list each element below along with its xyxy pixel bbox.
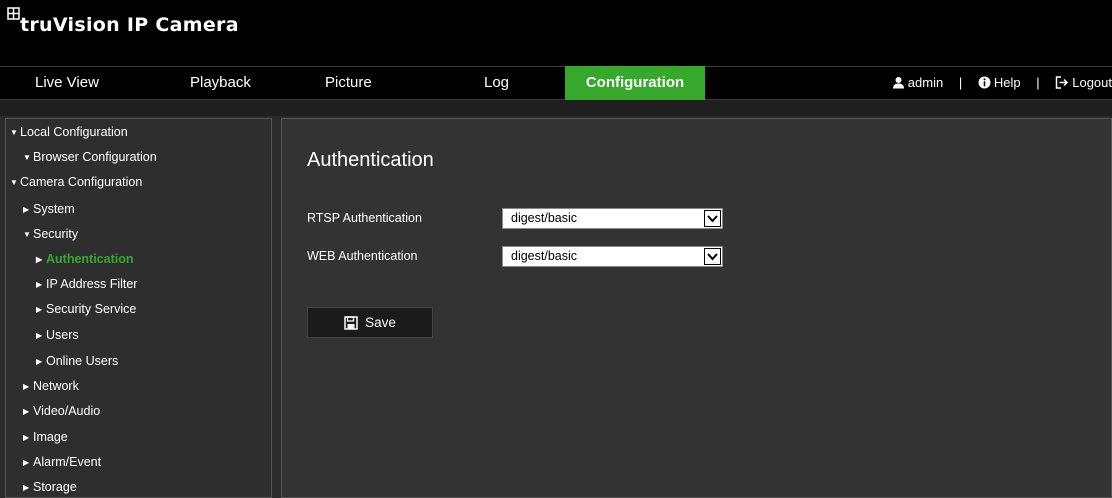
logo-mark-icon — [7, 7, 20, 20]
user-menu: admin | Help | Logout — [892, 67, 1112, 99]
sidebar-item-label: Alarm/Event — [33, 455, 102, 469]
sidebar-item-label: Security — [33, 227, 79, 241]
separator: | — [1036, 75, 1040, 90]
rtsp-auth-select[interactable]: digest/basic — [502, 208, 723, 229]
collapse-arrow-icon: ▶ — [36, 305, 43, 314]
tab-log[interactable]: Log — [484, 67, 509, 99]
sidebar-item-label: System — [33, 202, 75, 216]
expand-arrow-icon: ▼ — [23, 153, 31, 162]
collapse-arrow-icon: ▶ — [36, 357, 43, 366]
sidebar-item-camera-configuration[interactable]: ▼ Camera Configuration — [10, 172, 142, 192]
sidebar-item-users[interactable]: ▶ Users — [36, 325, 79, 345]
chevron-down-icon[interactable] — [704, 210, 721, 227]
expand-arrow-icon: ▼ — [23, 230, 31, 239]
user-icon — [892, 77, 904, 89]
admin-link[interactable]: admin — [892, 75, 947, 90]
collapse-arrow-icon: ▶ — [36, 331, 43, 340]
help-link[interactable]: Help — [978, 75, 1024, 90]
collapse-arrow-icon: ▶ — [23, 458, 30, 467]
sidebar-item-label: Local Configuration — [20, 125, 128, 139]
sidebar-item-label: Storage — [33, 480, 77, 494]
collapse-arrow-icon: ▶ — [23, 407, 30, 416]
expand-arrow-icon: ▼ — [10, 128, 18, 137]
tab-playback[interactable]: Playback — [190, 67, 251, 99]
collapse-arrow-icon: ▶ — [36, 280, 43, 289]
logo-text: truVision IP Camera — [20, 14, 239, 36]
web-auth-label: WEB Authentication — [307, 249, 418, 263]
sidebar-item-online-users[interactable]: ▶ Online Users — [36, 351, 118, 371]
sidebar-item-label: IP Address Filter — [46, 277, 138, 291]
sidebar-item-alarm-event[interactable]: ▶ Alarm/Event — [23, 452, 101, 472]
sidebar-item-image[interactable]: ▶ Image — [23, 427, 68, 447]
collapse-arrow-icon: ▶ — [23, 433, 30, 442]
collapse-arrow-icon: ▶ — [23, 382, 30, 391]
collapse-arrow-icon: ▶ — [23, 205, 30, 214]
rtsp-auth-label: RTSP Authentication — [307, 211, 422, 225]
sidebar-item-label: Browser Configuration — [33, 150, 157, 164]
sidebar-item-label: Video/Audio — [33, 404, 101, 418]
expand-arrow-icon: ▼ — [10, 178, 18, 187]
sidebar-item-label: Authentication — [46, 252, 134, 266]
help-label: Help — [993, 75, 1021, 90]
sidebar-item-security[interactable]: ▼ Security — [23, 224, 78, 244]
collapse-arrow-icon: ▶ — [36, 255, 43, 264]
logout-icon — [1055, 76, 1069, 89]
web-auth-value: digest/basic — [511, 249, 578, 263]
sidebar-item-label: Network — [33, 379, 79, 393]
sidebar-item-security-service[interactable]: ▶ Security Service — [36, 299, 136, 319]
nav-divider — [0, 100, 1112, 116]
save-button[interactable]: Save — [307, 307, 433, 338]
sidebar-item-browser-configuration[interactable]: ▼ Browser Configuration — [23, 147, 157, 167]
username-label: admin — [907, 75, 944, 90]
collapse-arrow-icon: ▶ — [23, 483, 30, 492]
sidebar-item-label: Security Service — [46, 302, 137, 316]
sidebar-item-label: Image — [33, 430, 68, 444]
config-sidebar: ▼ Local Configuration ▼ Browser Configurat… — [5, 118, 272, 498]
brand-logo: truVision IP Camera — [7, 7, 239, 36]
sidebar-item-label: Online Users — [46, 354, 119, 368]
top-header: truVision IP Camera — [0, 0, 1112, 66]
sidebar-item-storage[interactable]: ▶ Storage — [23, 477, 77, 497]
config-panel: Authentication RTSP Authentication diges… — [281, 118, 1112, 498]
sidebar-item-local-configuration[interactable]: ▼ Local Configuration — [10, 122, 128, 142]
tab-picture[interactable]: Picture — [325, 67, 372, 99]
info-icon — [978, 76, 991, 89]
separator: | — [958, 75, 963, 90]
main-nav: Live View Playback Picture Log Configura… — [0, 66, 1112, 100]
page-title: Authentication — [307, 149, 434, 171]
web-auth-select[interactable]: digest/basic — [502, 246, 723, 267]
sidebar-item-authentication[interactable]: ▶ Authentication — [36, 249, 134, 269]
logout-label: Logout — [1072, 75, 1112, 90]
chevron-down-icon[interactable] — [704, 248, 721, 265]
floppy-disk-icon — [344, 315, 358, 330]
sidebar-item-network[interactable]: ▶ Network — [23, 376, 79, 396]
save-label: Save — [365, 315, 396, 330]
sidebar-item-label: Users — [46, 328, 79, 342]
sidebar-item-ip-address-filter[interactable]: ▶ IP Address Filter — [36, 274, 137, 294]
sidebar-item-system[interactable]: ▶ System — [23, 199, 75, 219]
rtsp-auth-value: digest/basic — [511, 211, 578, 225]
sidebar-item-video-audio[interactable]: ▶ Video/Audio — [23, 401, 100, 421]
sidebar-item-label: Camera Configuration — [20, 175, 143, 189]
tab-configuration[interactable]: Configuration — [565, 66, 705, 100]
logout-link[interactable]: Logout — [1055, 75, 1112, 90]
tab-live-view[interactable]: Live View — [35, 67, 99, 99]
